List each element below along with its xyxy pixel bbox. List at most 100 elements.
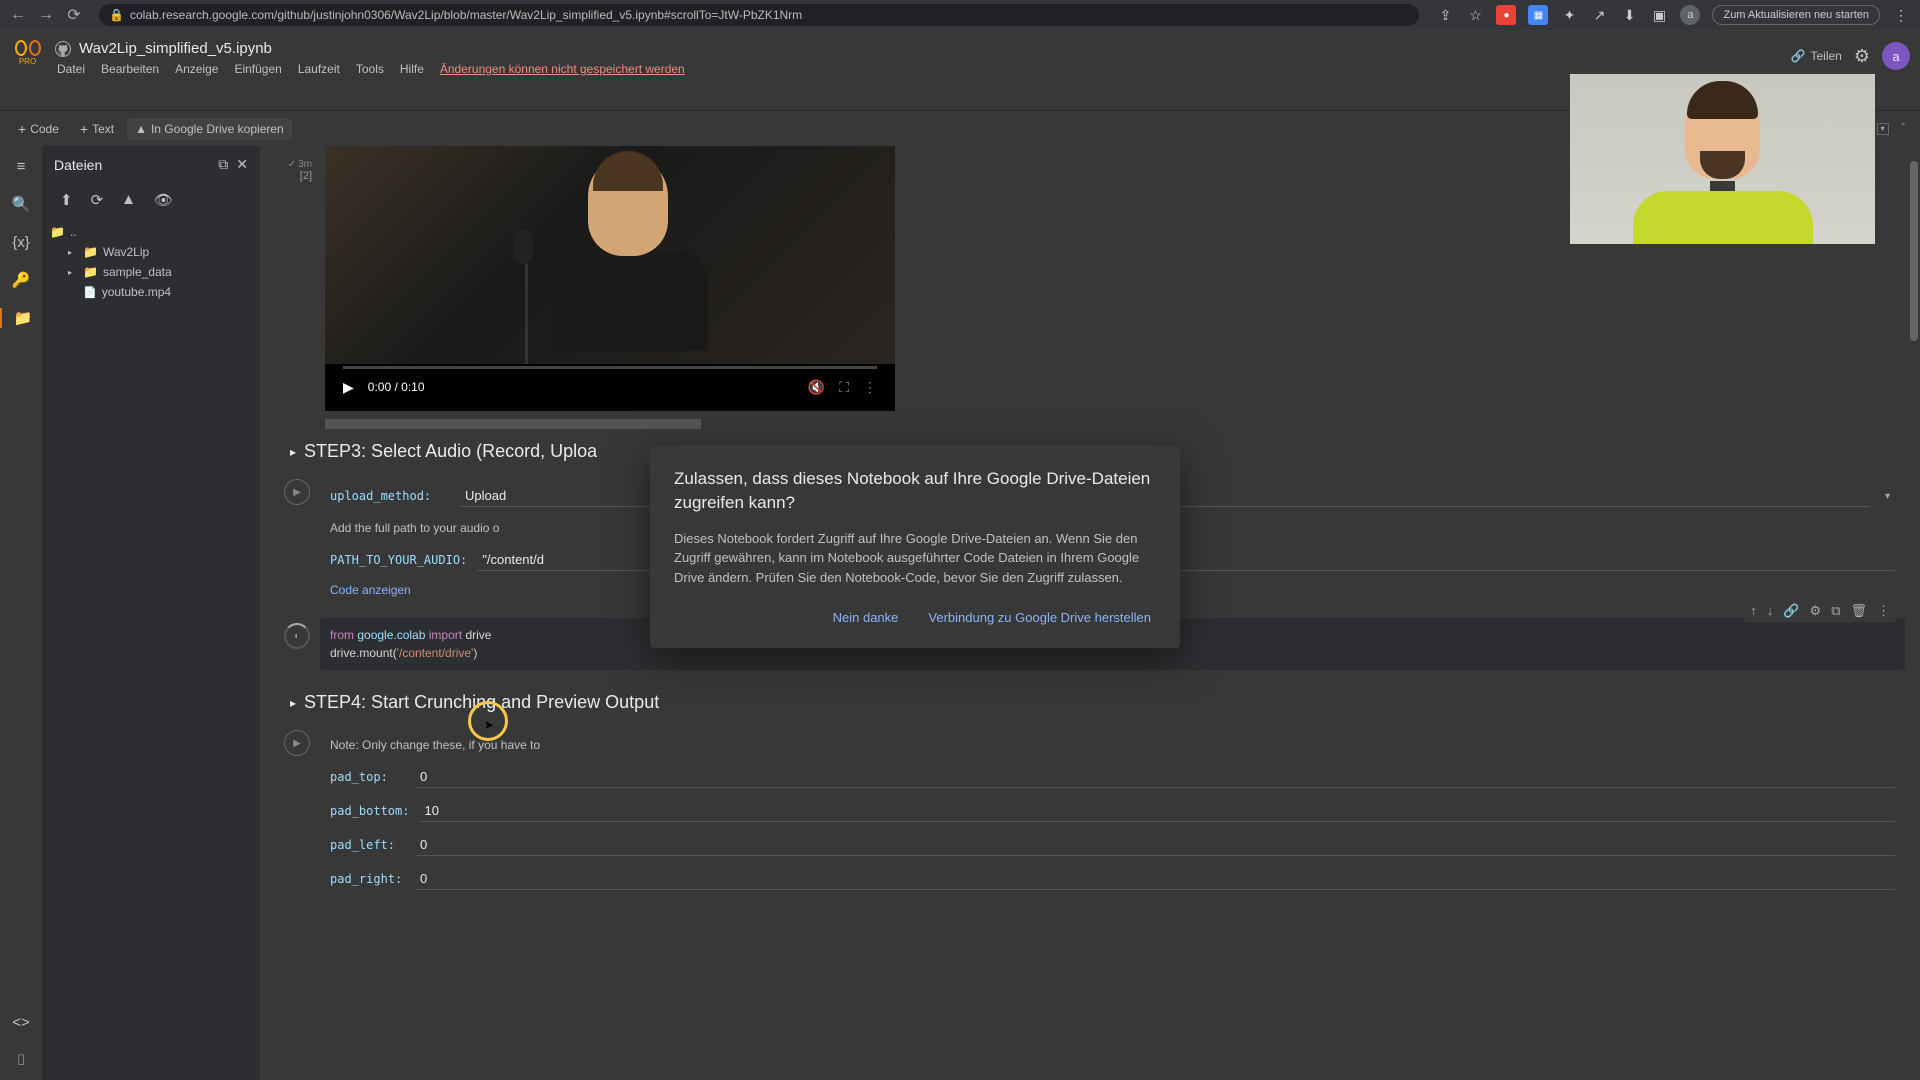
extensions-icon[interactable]: ✦ — [1560, 6, 1578, 24]
url-bar[interactable]: 🔒 colab.research.google.com/github/justi… — [99, 4, 1419, 26]
github-icon — [55, 41, 71, 57]
mirror-cell-icon[interactable]: ⧉ — [1831, 603, 1840, 619]
code-snippets-icon[interactable]: <> — [11, 1012, 31, 1032]
menu-help[interactable]: Hilfe — [400, 62, 424, 76]
step4-form-cell: ▶ Note: Only change these, if you have t… — [270, 725, 1905, 901]
more-icon[interactable]: ⋮ — [863, 379, 877, 396]
back-button[interactable]: ← — [10, 7, 26, 23]
bookmark-icon[interactable]: ☆ — [1466, 6, 1484, 24]
settings-icon[interactable]: ⚙ — [1854, 46, 1870, 67]
files-icon[interactable]: 📁 — [0, 308, 42, 328]
toc-icon[interactable]: ≡ — [11, 156, 31, 176]
menu-insert[interactable]: Einfügen — [234, 62, 281, 76]
modal-body: Dieses Notebook fordert Zugriff auf Ihre… — [674, 529, 1156, 588]
save-warning[interactable]: Änderungen können nicht gespeichert werd… — [440, 62, 685, 76]
browser-avatar[interactable]: a — [1680, 5, 1700, 25]
video-thumbnail — [325, 146, 895, 364]
new-window-icon[interactable]: ⧉ — [218, 156, 228, 173]
new-tab-icon[interactable]: ↗ — [1590, 6, 1608, 24]
step4-header[interactable]: ▸ STEP4: Start Crunching and Preview Out… — [270, 680, 1905, 725]
caret-icon: ▸ — [68, 248, 78, 257]
scrollbar[interactable] — [1910, 161, 1918, 341]
folder-icon: 📁 — [50, 225, 65, 239]
cell-more-icon[interactable]: ⋮ — [1877, 603, 1890, 619]
move-up-icon[interactable]: ↑ — [1750, 603, 1757, 619]
menu-file[interactable]: Datei — [57, 62, 85, 76]
plus-icon: + — [80, 121, 88, 137]
file-icon: 📄 — [83, 286, 97, 299]
cell-number: [2] — [300, 170, 312, 182]
add-text-button[interactable]: + Text — [72, 117, 122, 141]
cell-toolbar: ↑ ↓ 🔗 ⚙ ⧉ 🗑 ⋮ — [1745, 600, 1895, 622]
toolbar-dropdown[interactable]: ▾ — [1877, 123, 1889, 135]
modal-no-button[interactable]: Nein danke — [828, 605, 904, 630]
notebook-title[interactable]: Wav2Lip_simplified_v5.ipynb — [79, 40, 272, 57]
volume-icon[interactable]: 🔇 — [808, 379, 825, 396]
play-icon[interactable]: ▶ — [343, 379, 354, 396]
pad-left-label: pad_left: — [330, 838, 405, 852]
menu-icon[interactable]: ⋮ — [1892, 6, 1910, 24]
share-button[interactable]: 🔗 Teilen — [1791, 49, 1842, 63]
pad-bottom-input[interactable]: 10 — [419, 800, 1895, 822]
upload-icon[interactable]: ⬆ — [60, 191, 73, 209]
extension-icon-1[interactable]: ● — [1496, 5, 1516, 25]
cell-exec-time: ✓ 3m — [288, 159, 312, 170]
cell-settings-icon[interactable]: ⚙ — [1810, 603, 1822, 619]
tree-folder-wav2lip[interactable]: ▸ 📁 Wav2Lip — [50, 242, 252, 262]
menu-edit[interactable]: Bearbeiten — [101, 62, 159, 76]
pad-left-input[interactable]: 0 — [415, 834, 1895, 856]
upload-method-label: upload_method: — [330, 489, 450, 503]
chrome-toolbar-icons: ⇪ ☆ ● ▦ ✦ ↗ ⬇ ▣ a Zum Aktualisieren neu … — [1436, 5, 1910, 25]
fullscreen-icon[interactable]: ⛶ — [839, 379, 849, 396]
vars-icon[interactable]: {x} — [11, 232, 31, 252]
run-button-loading[interactable]: ◐ — [284, 623, 310, 649]
copy-to-drive-button[interactable]: ▲ In Google Drive kopieren — [127, 118, 292, 140]
toggle-hidden-icon[interactable]: 👁 — [154, 191, 173, 209]
run-button[interactable]: ▶ — [284, 479, 310, 505]
files-panel: Dateien ⧉ ✕ ⬆ ⟳ ▲ 👁 📁 .. ▸ 📁 Wav2Lip ▸ 📁 — [42, 146, 260, 1080]
caret-icon: ▸ — [68, 268, 78, 277]
tree-file-video[interactable]: 📄 youtube.mp4 — [50, 282, 252, 302]
modal-yes-button[interactable]: Verbindung zu Google Drive herstellen — [923, 605, 1156, 630]
download-icon[interactable]: ⬇ — [1620, 6, 1638, 24]
search-icon[interactable]: 🔍 — [11, 194, 31, 214]
link-cell-icon[interactable]: 🔗 — [1783, 603, 1799, 619]
lock-icon: 🔒 — [109, 8, 124, 22]
tree-folder-sample[interactable]: ▸ 📁 sample_data — [50, 262, 252, 282]
move-down-icon[interactable]: ↓ — [1767, 603, 1774, 619]
url-text: colab.research.google.com/github/justinj… — [130, 8, 802, 22]
reload-button[interactable]: ⟳ — [66, 7, 82, 23]
panel-tools: ⬆ ⟳ ▲ 👁 — [42, 183, 260, 217]
close-panel-icon[interactable]: ✕ — [236, 156, 248, 173]
delete-cell-icon[interactable]: 🗑 — [1850, 603, 1867, 619]
menu-tools[interactable]: Tools — [356, 62, 384, 76]
panel-icon[interactable]: ▣ — [1650, 6, 1668, 24]
menu-runtime[interactable]: Laufzeit — [298, 62, 340, 76]
webcam-overlay — [1570, 74, 1875, 244]
terminal-icon[interactable]: ⌷ — [11, 1050, 31, 1070]
collapse-icon[interactable]: ˆ — [1897, 120, 1910, 137]
colab-avatar[interactable]: a — [1882, 42, 1910, 70]
update-button[interactable]: Zum Aktualisieren neu starten — [1712, 5, 1880, 25]
menu-view[interactable]: Anzeige — [175, 62, 218, 76]
pad-top-input[interactable]: 0 — [415, 766, 1895, 788]
pad-right-input[interactable]: 0 — [415, 868, 1895, 890]
horizontal-scrollbar[interactable] — [325, 419, 701, 429]
add-code-button[interactable]: + Code — [10, 117, 67, 141]
video-time: 0:00 / 0:10 — [368, 380, 425, 394]
file-tree: 📁 .. ▸ 📁 Wav2Lip ▸ 📁 sample_data 📄 youtu… — [42, 217, 260, 307]
colab-logo[interactable]: PRO — [10, 40, 45, 75]
mount-drive-icon[interactable]: ▲ — [121, 191, 136, 209]
run-button[interactable]: ▶ — [284, 730, 310, 756]
forward-button[interactable]: → — [38, 7, 54, 23]
modal-title: Zulassen, dass dieses Notebook auf Ihre … — [674, 467, 1156, 515]
extension-icon-2[interactable]: ▦ — [1528, 5, 1548, 25]
secrets-icon[interactable]: 🔑 — [11, 270, 31, 290]
panel-title: Dateien — [54, 157, 210, 173]
tree-parent[interactable]: 📁 .. — [50, 222, 252, 242]
pad-bottom-label: pad_bottom: — [330, 804, 409, 818]
pad-right-label: pad_right: — [330, 872, 405, 886]
share-page-icon[interactable]: ⇪ — [1436, 6, 1454, 24]
video-player[interactable]: ▶ 0:00 / 0:10 🔇 ⛶ ⋮ — [325, 146, 895, 411]
refresh-icon[interactable]: ⟳ — [91, 191, 104, 209]
